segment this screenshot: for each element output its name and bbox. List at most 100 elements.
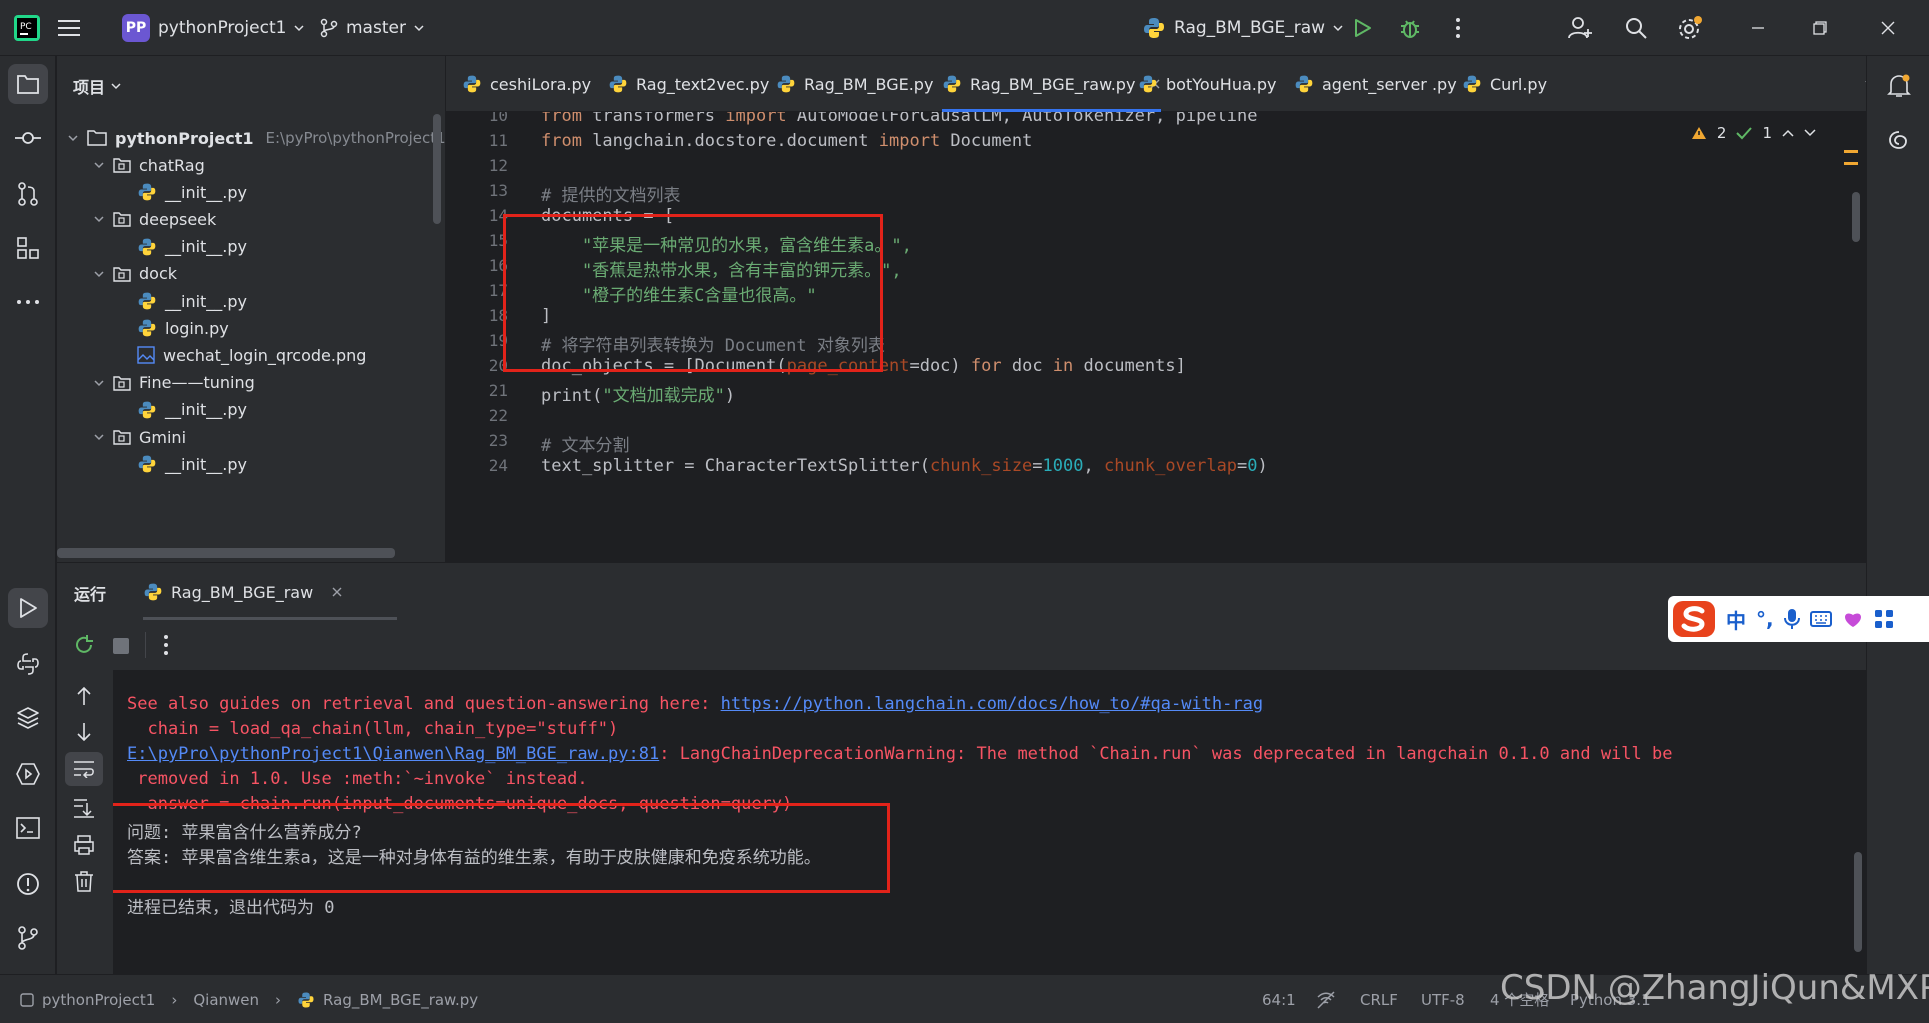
project-pane-title[interactable]: 项目: [73, 74, 121, 98]
keyboard-icon[interactable]: [1809, 611, 1832, 627]
git-tool-button[interactable]: [8, 918, 48, 958]
stop-button[interactable]: [113, 638, 129, 654]
tree-item[interactable]: __init__.py: [137, 177, 247, 207]
keyword: import: [878, 131, 941, 151]
clear-console-button[interactable]: [74, 870, 94, 892]
close-window-button[interactable]: [1860, 0, 1916, 56]
warning-marker[interactable]: [1844, 162, 1858, 165]
line-number: 16: [488, 256, 508, 275]
python-console-tool-button[interactable]: [8, 644, 48, 684]
more-actions-button[interactable]: [1430, 0, 1486, 56]
vertical-scrollbar[interactable]: [433, 114, 441, 224]
run-more-button[interactable]: [163, 634, 169, 656]
horizontal-scrollbar[interactable]: [57, 548, 395, 558]
code-editor[interactable]: 10 11 12 13 14 15 16 17 18 19 20 21 22 23 24 from tran…: [446, 112, 1866, 562]
vcs-branch-switcher[interactable]: master: [320, 0, 424, 56]
ai-assistant-button[interactable]: [1879, 120, 1919, 160]
tree-item-label: login.py: [165, 318, 229, 338]
search-button[interactable]: [1608, 0, 1664, 56]
toolbox-grid-icon[interactable]: [1874, 609, 1894, 629]
ime-toolbar[interactable]: 中 °,: [1668, 596, 1929, 642]
rerun-button[interactable]: [73, 634, 95, 656]
microphone-icon[interactable]: [1783, 608, 1800, 630]
python-packages-tool-button[interactable]: [8, 698, 48, 738]
warning-marker[interactable]: [1844, 150, 1858, 153]
caret-position[interactable]: 64:1: [1262, 975, 1296, 1023]
tree-item-label: Fine——tuning: [139, 373, 255, 393]
tree-item[interactable]: wechat_login_qrcode.png: [137, 340, 366, 370]
skin-icon[interactable]: [1842, 609, 1864, 629]
editor-tab-label: ceshiLora.py: [490, 74, 592, 94]
imports: Document: [940, 131, 1033, 151]
editor-tab[interactable]: Rag_BM_BGE_raw.py: [942, 56, 1162, 112]
scroll-up-button[interactable]: [75, 686, 93, 706]
run-tool-button[interactable]: [8, 588, 48, 628]
chevron-up-icon[interactable]: [1782, 129, 1794, 137]
console-scrollbar[interactable]: [1854, 852, 1862, 952]
no-network-indicator[interactable]: [1316, 975, 1336, 1023]
tree-item[interactable]: dock: [93, 259, 177, 289]
commit-tool-button[interactable]: [8, 118, 48, 158]
tree-item[interactable]: chatRag: [93, 150, 205, 180]
project-tool-button[interactable]: [8, 64, 48, 104]
run-configuration-selector[interactable]: Rag_BM_BGE_raw: [1142, 0, 1343, 56]
editor-tab[interactable]: Rag_BM_BGE.py: [776, 56, 933, 112]
param: chunk_size: [929, 456, 1033, 476]
editor-tab[interactable]: ceshiLora.py: [462, 56, 591, 112]
chevron-down-icon: [294, 25, 304, 32]
root-name: pythonProject1: [115, 128, 254, 148]
code-token: documents]: [1073, 356, 1186, 376]
add-user-button[interactable]: [1552, 0, 1608, 56]
inspection-widget[interactable]: 2 1: [1691, 124, 1816, 142]
ime-language[interactable]: 中: [1726, 605, 1746, 634]
pull-requests-tool-button[interactable]: [8, 174, 48, 214]
more-tools-button[interactable]: [8, 282, 48, 322]
ok-count: 1: [1762, 124, 1772, 142]
file-encoding[interactable]: UTF-8: [1421, 975, 1465, 1023]
tree-item[interactable]: __init__.py: [137, 286, 247, 316]
scroll-down-button[interactable]: [75, 722, 93, 742]
module: transformers: [581, 112, 726, 126]
editor-tab[interactable]: botYouHua.py: [1138, 56, 1276, 112]
scroll-to-end-button[interactable]: [73, 798, 95, 818]
project-switcher[interactable]: PP pythonProject1: [122, 0, 304, 56]
editor-tab[interactable]: Rag_text2vec.py: [608, 56, 769, 112]
structure-tool-button[interactable]: [8, 228, 48, 268]
tree-root[interactable]: pythonProject1 E:\pyPro\pythonProject1: [67, 123, 446, 153]
ime-punctuation[interactable]: °,: [1756, 607, 1774, 631]
package-folder-icon: [113, 212, 131, 228]
soft-wrap-button[interactable]: [65, 752, 103, 786]
tree-item[interactable]: Fine——tuning: [93, 368, 255, 398]
breadcrumb-item[interactable]: Rag_BM_BGE_raw.py: [323, 991, 478, 1009]
editor-tab[interactable]: agent_server .py: [1294, 56, 1457, 112]
console-link[interactable]: E:\pyPro\pythonProject1\Qianwen\Rag_BM_B…: [127, 744, 659, 764]
tree-item[interactable]: login.py: [137, 313, 229, 343]
console-output[interactable]: See also guides on retrieval and questio…: [113, 670, 1866, 974]
services-tool-button[interactable]: [8, 754, 48, 794]
tree-item[interactable]: __init__.py: [137, 449, 247, 479]
toolbar-divider: [145, 632, 146, 658]
pycharm-logo-icon[interactable]: PC: [14, 0, 40, 56]
minimize-button[interactable]: [1730, 0, 1786, 56]
line-separator[interactable]: CRLF: [1360, 975, 1398, 1023]
python-icon: [144, 583, 162, 601]
tree-item[interactable]: __init__.py: [137, 395, 247, 425]
editor-tab[interactable]: Curl.py: [1462, 56, 1547, 112]
breadcrumb-item[interactable]: Qianwen: [193, 991, 259, 1009]
chevron-down-icon[interactable]: [1804, 129, 1816, 137]
terminal-tool-button[interactable]: [8, 808, 48, 848]
tree-item[interactable]: __init__.py: [137, 232, 247, 262]
editor-scrollbar[interactable]: [1852, 192, 1860, 242]
close-icon[interactable]: [331, 586, 343, 598]
tree-item[interactable]: Gmini: [93, 422, 186, 452]
main-menu-icon[interactable]: [58, 0, 82, 56]
run-tab[interactable]: Rag_BM_BGE_raw: [143, 563, 343, 621]
settings-button[interactable]: [1662, 0, 1718, 56]
notifications-button[interactable]: [1879, 66, 1919, 106]
breadcrumb-item[interactable]: pythonProject1: [42, 991, 155, 1009]
restore-button[interactable]: [1792, 0, 1848, 56]
tree-item[interactable]: deepseek: [93, 204, 216, 234]
problems-tool-button[interactable]: [8, 864, 48, 904]
print-button[interactable]: [73, 834, 95, 856]
console-link[interactable]: https://python.langchain.com/docs/how_to…: [721, 694, 1263, 714]
